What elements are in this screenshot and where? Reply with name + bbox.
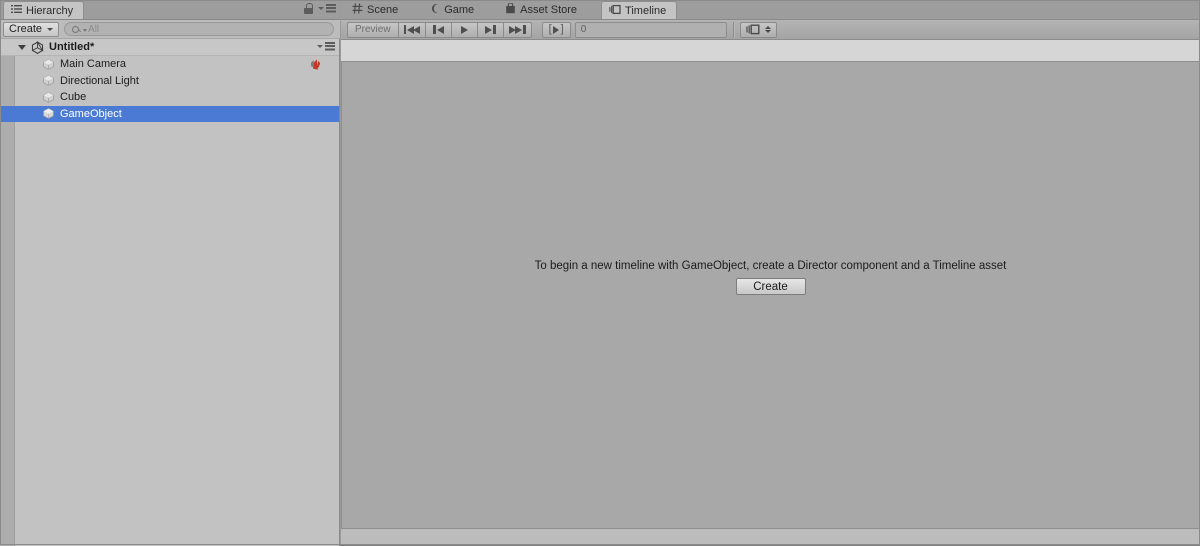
hierarchy-item-label: Directional Light <box>60 74 139 87</box>
frame-rate-button[interactable] <box>739 21 777 38</box>
tab-scene[interactable]: Scene <box>345 1 408 19</box>
play-icon <box>461 25 469 34</box>
list-icon <box>11 4 22 18</box>
gameobject-icon <box>42 91 55 104</box>
hierarchy-item-label: GameObject <box>60 107 122 120</box>
hierarchy-tabstrip: Hierarchy <box>0 0 340 20</box>
timeline-panel: Scene Game Asset Store Timeline Preview … <box>341 0 1200 545</box>
scene-options-menu-icon[interactable] <box>317 42 335 51</box>
play-button[interactable] <box>452 21 479 38</box>
skip-to-end-button[interactable] <box>504 21 532 38</box>
chevron-down-icon <box>47 27 54 31</box>
empty-state-message: To begin a new timeline with GameObject,… <box>534 260 1007 272</box>
gameobject-icon <box>42 107 55 120</box>
timeline-empty-state: To begin a new timeline with GameObject,… <box>342 260 1199 295</box>
scene-root-row[interactable]: Untitled* <box>0 39 339 56</box>
hierarchy-item-main-camera[interactable]: Main Camera <box>0 56 339 73</box>
hierarchy-panel: Hierarchy Create All Untitled* Main Came… <box>0 0 340 546</box>
hierarchy-toolbar: Create All <box>0 20 340 39</box>
tab-game-label: Game <box>444 4 475 16</box>
step-back-icon <box>433 25 444 34</box>
gameobject-icon <box>42 58 55 71</box>
step-forward-icon <box>485 25 496 34</box>
tab-timeline-label: Timeline <box>625 4 667 17</box>
hierarchy-item-label: Main Camera <box>60 58 127 71</box>
timeline-tabstrip: Scene Game Asset Store Timeline <box>341 0 1200 20</box>
search-icon <box>72 25 88 33</box>
game-icon <box>429 3 440 17</box>
transport-controls: Preview <box>347 21 532 38</box>
store-icon <box>505 2 516 17</box>
hierarchy-item-label: Cube <box>60 91 87 104</box>
create-button-label: Create <box>9 23 43 35</box>
timeline-content-area: To begin a new timeline with GameObject,… <box>341 62 1200 528</box>
timeline-footer <box>341 528 1200 545</box>
play-range-icon: [ ] <box>548 23 564 35</box>
tab-asset-store[interactable]: Asset Store <box>498 1 587 19</box>
grid-icon <box>352 3 363 17</box>
skip-to-start-button[interactable] <box>398 21 427 38</box>
audio-listener-icon <box>308 57 323 72</box>
preview-button[interactable]: Preview <box>347 21 399 38</box>
frame-input[interactable]: 0 <box>574 21 727 38</box>
search-placeholder: All <box>88 23 100 35</box>
stepper-arrows-icon[interactable] <box>764 26 771 33</box>
unity-scene-icon <box>31 40 44 54</box>
search-input[interactable]: All <box>64 22 334 36</box>
tab-asset-store-label: Asset Store <box>520 4 578 16</box>
tab-timeline[interactable]: Timeline <box>601 1 678 19</box>
tab-hierarchy[interactable]: Hierarchy <box>3 1 85 19</box>
tab-game[interactable]: Game <box>422 1 484 19</box>
create-timeline-button[interactable]: Create <box>735 278 806 295</box>
lock-icon[interactable] <box>304 3 313 14</box>
tab-hierarchy-label: Hierarchy <box>26 4 74 17</box>
hierarchy-header-icons <box>304 3 336 14</box>
disclosure-triangle-icon[interactable] <box>18 44 26 50</box>
skip-to-end-icon <box>509 25 526 34</box>
create-timeline-button-label: Create <box>753 280 788 293</box>
frame-input-value: 0 <box>580 24 587 35</box>
timeline-toolbar: Preview [] 0 <box>341 20 1200 40</box>
hierarchy-item-directional-light[interactable]: Directional Light <box>0 73 339 90</box>
hierarchy-tree: Untitled* Main Camera Directional Light … <box>0 39 340 546</box>
play-range-button[interactable]: [ ] <box>541 21 571 38</box>
preview-button-label: Preview <box>355 24 391 35</box>
unity-editor-window: Hierarchy Create All Untitled* Main Came… <box>0 0 1200 546</box>
options-menu-icon[interactable] <box>318 4 336 13</box>
skip-to-start-icon <box>403 25 421 34</box>
tab-scene-label: Scene <box>367 4 399 16</box>
step-back-button[interactable] <box>426 21 453 38</box>
step-forward-button[interactable] <box>478 21 505 38</box>
timeline-ruler-strip <box>341 40 1200 62</box>
frame-icon <box>746 24 760 35</box>
create-button[interactable]: Create <box>3 21 60 37</box>
gameobject-icon <box>42 74 55 87</box>
timeline-icon <box>609 4 621 18</box>
toolbar-divider <box>732 21 734 38</box>
hierarchy-item-gameobject[interactable]: GameObject <box>0 105 339 122</box>
hierarchy-item-cube[interactable]: Cube <box>0 89 339 106</box>
scene-name-label: Untitled* <box>49 41 95 53</box>
